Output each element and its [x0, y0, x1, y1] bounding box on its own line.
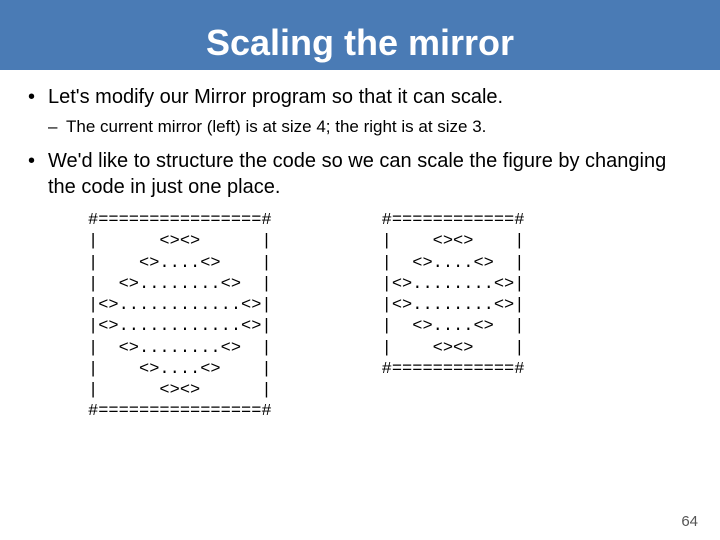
mirror-figure-left: #================# | <><> | | <>....<> |…	[88, 210, 272, 423]
bullet-1-sub: The current mirror (left) is at size 4; …	[48, 116, 692, 138]
bullet-1: Let's modify our Mirror program so that …	[28, 84, 692, 138]
figures-row: #================# | <><> | | <>....<> |…	[28, 210, 692, 423]
bullet-1-text: Let's modify our Mirror program so that …	[48, 86, 503, 108]
title-bar: Scaling the mirror	[0, 0, 720, 70]
slide-content: Let's modify our Mirror program so that …	[0, 70, 720, 423]
mirror-figure-right: #============# | <><> | | <>....<> | |<>…	[382, 210, 525, 423]
page-number: 64	[681, 513, 698, 530]
slide-title: Scaling the mirror	[206, 22, 514, 70]
bullet-2: We'd like to structure the code so we ca…	[28, 148, 692, 200]
